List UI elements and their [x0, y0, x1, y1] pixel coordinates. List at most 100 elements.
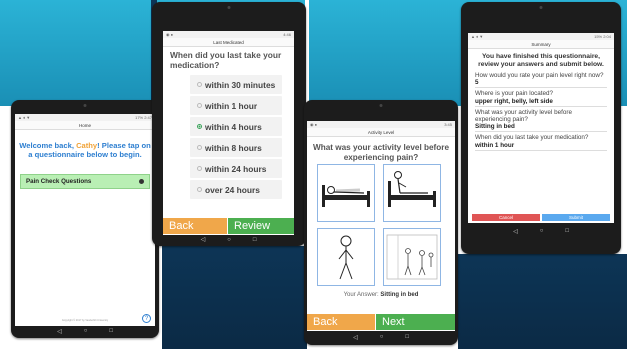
back-nav-icon[interactable]: ◁ [201, 236, 206, 243]
status-time: 17% 2:47 [135, 114, 152, 120]
home-nav-icon[interactable]: ○ [84, 328, 88, 334]
summary-answer: 5 [475, 79, 607, 89]
answer-prefix: Your Answer: [343, 292, 381, 298]
status-icons: ◉ ● [310, 121, 318, 127]
review-button[interactable]: Review [227, 218, 294, 234]
option-label: within 4 hours [205, 121, 262, 132]
questionnaire-label: Pain Check Questions [26, 178, 92, 185]
page-title: Activity Level [307, 128, 455, 137]
summary-question: Where is your pain located? [475, 90, 554, 98]
back-nav-icon[interactable]: ◁ [513, 228, 518, 235]
android-nav-bar: ◁ ○ □ [307, 331, 455, 343]
camera-dot [539, 6, 543, 9]
next-button[interactable]: Next [375, 314, 455, 330]
selected-answer: Your Answer: Sitting in bed [307, 292, 455, 298]
summary-question: When did you last take your medication? [475, 134, 589, 142]
option-within-8-hours[interactable]: within 8 hours [190, 138, 282, 157]
chevron-right-icon [139, 179, 144, 184]
summary-answer: upper right, belly, left side [475, 98, 607, 107]
question-text: What was your activity level before expe… [312, 143, 450, 162]
questionnaire-button-pain-check[interactable]: Pain Check Questions [20, 174, 150, 189]
summary-actions: Cancel Submit [472, 214, 610, 221]
option-label: within 24 hours [205, 163, 267, 174]
option-label: over 24 hours [205, 184, 260, 195]
back-button[interactable]: Back [163, 218, 227, 234]
activity-screen: ◉ ● 3:45 Activity Level What was your ac… [307, 121, 455, 343]
sitting-in-bed-illustration [388, 171, 436, 207]
option-within-1-hour[interactable]: within 1 hour [190, 96, 282, 115]
back-nav-icon[interactable]: ◁ [57, 328, 62, 335]
activity-option-standing[interactable] [317, 228, 375, 286]
summary-question: How would you rate your pain level right… [475, 72, 604, 79]
back-button[interactable]: Back [307, 314, 375, 330]
option-label: within 8 hours [205, 142, 262, 153]
summary-answer: Sitting in bed [475, 123, 607, 133]
status-bar: ▲ ♦ ▼ 15% 2:04 [468, 33, 614, 40]
background-tile [309, 0, 458, 106]
status-time: 15% 2:04 [594, 33, 611, 39]
summary-question: What was your activity level before expe… [475, 108, 572, 124]
activity-option-walking[interactable] [383, 228, 441, 286]
home-nav-icon[interactable]: ○ [540, 228, 544, 234]
recents-nav-icon[interactable]: □ [109, 328, 113, 334]
radio-icon [197, 82, 202, 87]
home-nav-icon[interactable]: ○ [227, 237, 231, 243]
camera-dot [227, 6, 231, 9]
radio-icon [197, 145, 202, 150]
activity-option-lying-in-bed[interactable] [317, 164, 375, 222]
screenshot-collage: ▲ ♦ ▼ 17% 2:47 Home Welcome back, Cathy!… [0, 0, 627, 349]
summary-item: Where is your pain located? upper right,… [468, 89, 614, 107]
camera-dot [379, 104, 383, 107]
home-nav-icon[interactable]: ○ [380, 334, 384, 340]
welcome-prefix: Welcome back, [19, 141, 77, 150]
recents-nav-icon[interactable]: □ [405, 334, 409, 340]
option-label: within 1 hour [205, 100, 258, 111]
standing-illustration [338, 235, 354, 280]
status-icons: ◉ ● [166, 31, 174, 37]
medication-screen: ◉ ● 4:46 Last Medicated When did you las… [163, 31, 294, 244]
camera-dot [83, 104, 87, 107]
recents-nav-icon[interactable]: □ [253, 237, 257, 243]
radio-icon [197, 187, 202, 192]
status-bar: ◉ ● 4:46 [163, 31, 294, 38]
option-over-24-hours[interactable]: over 24 hours [190, 180, 282, 199]
back-nav-icon[interactable]: ◁ [353, 334, 358, 341]
summary-answer: within 1 hour [475, 142, 607, 151]
radio-checked-icon [197, 124, 202, 129]
status-icons: ▲ ♦ ▼ [471, 33, 484, 39]
help-icon[interactable]: ? [142, 314, 151, 323]
android-nav-bar: ◁ ○ □ [468, 223, 614, 239]
radio-icon [197, 103, 202, 108]
option-within-4-hours[interactable]: within 4 hours [190, 117, 282, 136]
radio-icon [197, 166, 202, 171]
question-text: When did you last take your medication? [170, 50, 282, 70]
summary-item: When did you last take your medication? … [468, 133, 614, 151]
lying-in-bed-illustration [322, 185, 370, 207]
summary-item: How would you rate your pain level right… [468, 71, 614, 89]
tablet-activity: ◉ ● 3:45 Activity Level What was your ac… [304, 100, 458, 345]
option-within-30-minutes[interactable]: within 30 minutes [190, 75, 282, 94]
status-bar: ▲ ♦ ▼ 17% 2:47 [15, 114, 155, 121]
recents-nav-icon[interactable]: □ [565, 228, 569, 234]
walking-illustration [386, 234, 438, 280]
background-tile [0, 0, 151, 106]
status-time: 4:46 [283, 31, 291, 37]
submit-button[interactable]: Submit [542, 214, 610, 221]
status-time: 3:45 [444, 121, 452, 127]
answer-value: Sitting in bed [380, 292, 419, 298]
tablet-summary: ▲ ♦ ▼ 15% 2:04 Summary You have finished… [461, 2, 621, 254]
option-within-24-hours[interactable]: within 24 hours [190, 159, 282, 178]
copyright-text: Copyright © 2017 by Vanderbilt Universit… [61, 319, 109, 322]
cancel-button[interactable]: Cancel [472, 214, 540, 221]
user-name: Cathy [76, 141, 98, 150]
status-bar: ◉ ● 3:45 [307, 121, 455, 128]
option-label: within 30 minutes [205, 79, 276, 90]
activity-option-sitting-in-bed[interactable] [383, 164, 441, 222]
answer-options: within 30 minutes within 1 hour within 4… [190, 75, 282, 201]
android-nav-bar: ◁ ○ □ [163, 235, 294, 244]
tablet-home: ▲ ♦ ▼ 17% 2:47 Home Welcome back, Cathy!… [11, 100, 159, 338]
status-icons: ▲ ♦ ▼ [18, 114, 31, 120]
page-title: Summary [468, 40, 614, 49]
welcome-message: Welcome back, Cathy! Please tap on a que… [15, 130, 155, 159]
navigation-buttons: Back Review [163, 218, 294, 234]
